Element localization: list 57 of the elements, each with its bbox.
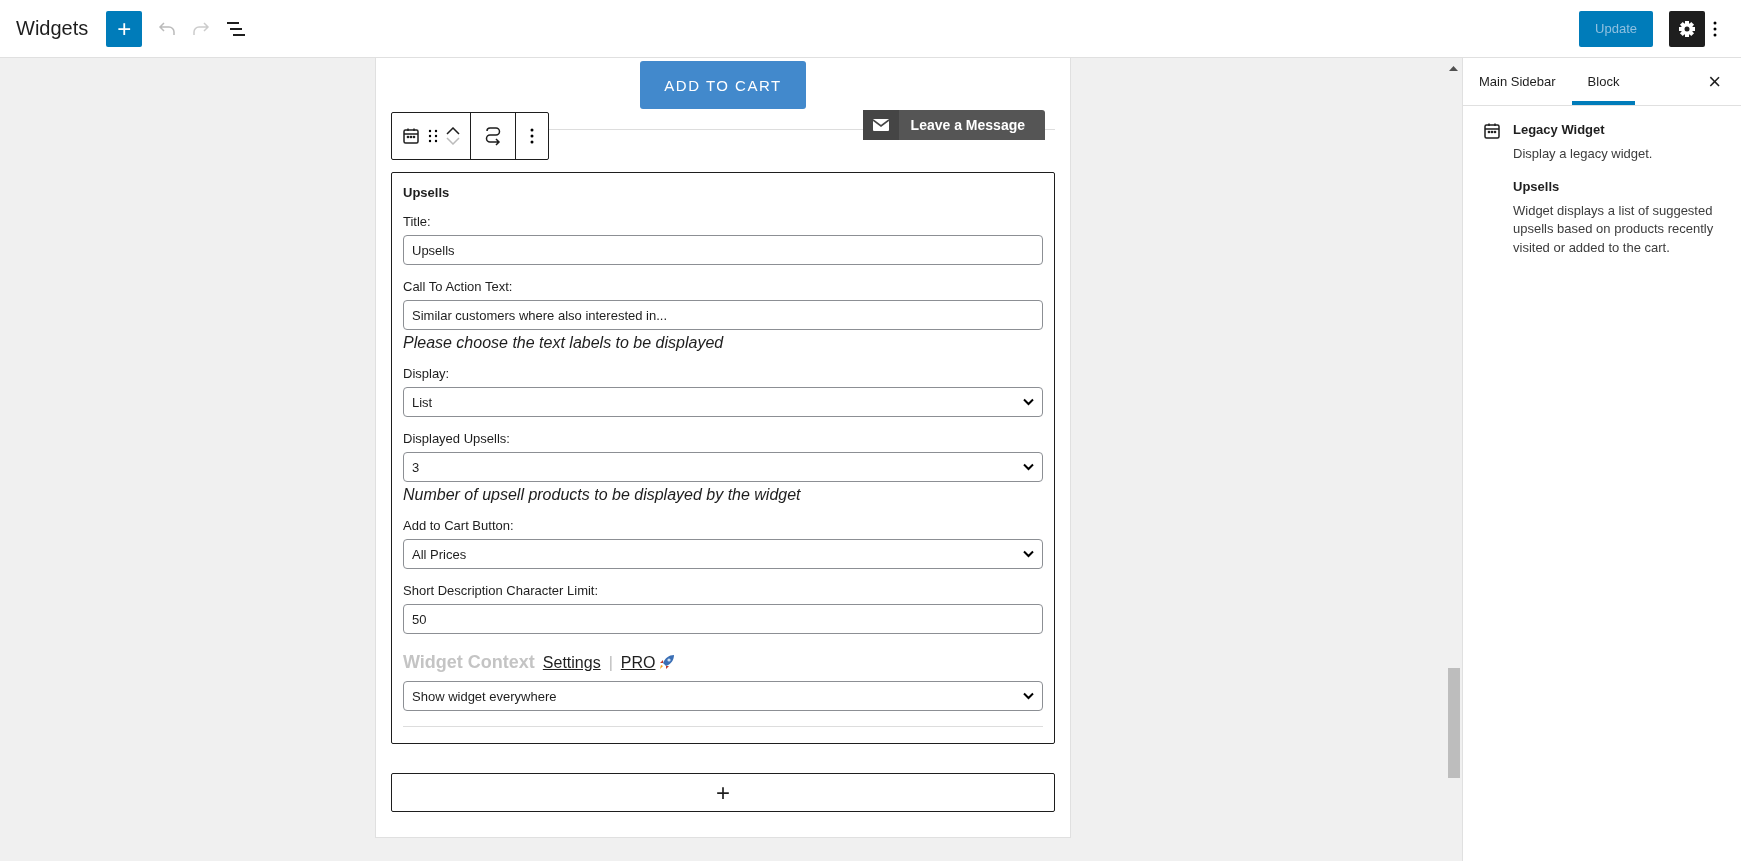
page-title: Widgets <box>16 17 89 40</box>
close-button[interactable]: × <box>1702 58 1727 105</box>
list-view-icon <box>226 20 247 37</box>
envelope-icon <box>872 119 889 131</box>
transform-button[interactable] <box>483 126 503 146</box>
chevron-down-icon <box>1023 550 1034 558</box>
field-hint: Please choose the text labels to be displayed <box>403 334 725 352</box>
select-field[interactable]: All Prices <box>403 539 1043 569</box>
move-up-button[interactable] <box>446 127 460 135</box>
sidebar-tab[interactable]: Main Sidebar <box>1463 58 1572 105</box>
field-label: Display: <box>403 366 451 381</box>
drag-icon <box>428 129 438 143</box>
widget-context-heading: Widget Context <box>403 652 535 673</box>
settings-link[interactable]: Settings <box>542 653 601 672</box>
field-label: Call To Action Text: <box>403 279 514 294</box>
drag-handle[interactable] <box>428 129 438 143</box>
block-title: Legacy Widget <box>1513 122 1606 137</box>
more-vertical-icon <box>530 128 534 144</box>
block-options-button[interactable] <box>530 128 534 144</box>
leave-message-button[interactable]: Leave a Message <box>862 110 1045 140</box>
block-title: Upsells <box>1513 179 1561 195</box>
pro-link[interactable]: PRO <box>620 653 656 672</box>
field-label: Title: <box>403 214 432 229</box>
chevron-down-icon <box>1023 692 1034 700</box>
scroll-up-icon[interactable] <box>1449 66 1458 71</box>
block-description: Display a legacy widget. <box>1513 145 1653 163</box>
block-description: Widget displays a list of suggested upsells based on products recently visited or added to the cart. <box>1513 202 1715 257</box>
widget-title: Upsells <box>403 185 451 200</box>
rocket-icon <box>658 654 676 671</box>
add-block-button[interactable]: + <box>106 10 143 47</box>
chevron-down-icon <box>446 137 460 145</box>
select-field[interactable]: Show widget everywhere <box>403 681 1043 711</box>
scrollbar-thumb[interactable] <box>1448 668 1460 778</box>
text-field[interactable]: 50 <box>403 604 1043 634</box>
text-field[interactable]: Similar customers where also interested in... <box>403 300 1043 330</box>
field-label: Short Description Character Limit: <box>403 583 600 598</box>
calendar-icon <box>1483 122 1501 140</box>
calendar-icon <box>402 127 420 145</box>
settings-icon <box>1677 18 1697 39</box>
chevron-up-icon <box>446 127 460 135</box>
transform-icon <box>483 126 503 146</box>
chevron-down-icon <box>1023 398 1034 406</box>
select-field[interactable]: List <box>403 387 1043 417</box>
field-label: Displayed Upsells: <box>403 431 511 446</box>
field-hint: Number of upsell products to be displayed by the widget <box>403 486 802 504</box>
settings-button[interactable] <box>1669 10 1705 47</box>
chevron-down-icon <box>1023 463 1034 471</box>
select-field[interactable]: 3 <box>403 452 1043 482</box>
undo-icon <box>158 21 177 36</box>
add-block-button[interactable]: + <box>391 773 1055 812</box>
field-label: Add to Cart Button: <box>403 518 515 533</box>
sidebar-tab[interactable]: Block <box>1571 58 1636 105</box>
link-separator: | <box>608 653 613 672</box>
text-field[interactable]: Upsells <box>403 235 1043 265</box>
add-to-cart-button[interactable]: ADD TO CART <box>640 61 806 109</box>
redo-icon <box>192 21 211 36</box>
more-vertical-icon <box>1713 20 1717 37</box>
